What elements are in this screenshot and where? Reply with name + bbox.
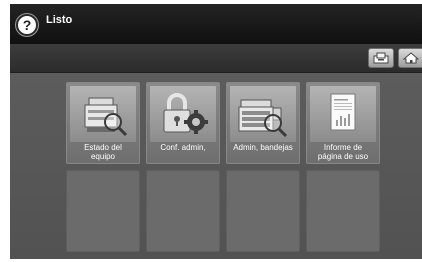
usage-report-tile[interactable]: Informe de página de uso xyxy=(306,82,380,164)
machine-status-tile[interactable]: Estado del equipo xyxy=(66,82,140,164)
tile-label: Informe de página de uso xyxy=(317,143,369,161)
tile-label: Estado del equipo xyxy=(84,143,122,161)
status-text: Listo xyxy=(46,14,73,26)
printer-magnifier-icon xyxy=(70,86,136,142)
tray-admin-tile[interactable]: Admin, bandejas xyxy=(226,82,300,164)
admin-settings-tile[interactable]: Conf. admin, xyxy=(146,82,220,164)
job-status-icon xyxy=(373,52,389,64)
status-bar: ? Listo xyxy=(10,4,422,44)
menu-grid: Estado del equipo Conf. admin, Admin, ba… xyxy=(10,73,422,259)
control-panel-screen: ? Listo Estado del equipo Conf. admin, A… xyxy=(10,4,422,259)
help-symbol: ? xyxy=(22,17,32,33)
job-status-button[interactable] xyxy=(368,48,394,68)
question-mark-icon[interactable]: ? xyxy=(16,14,38,36)
tile-label: Admin, bandejas xyxy=(233,143,293,152)
empty-tile xyxy=(146,170,220,252)
tile-label: Conf. admin, xyxy=(160,143,206,152)
empty-tile xyxy=(66,170,140,252)
empty-tile xyxy=(306,170,380,252)
printer-trays-magnifier-icon xyxy=(230,86,296,142)
toolbar xyxy=(10,44,422,73)
home-button[interactable] xyxy=(398,48,422,68)
padlock-gear-icon xyxy=(150,86,216,142)
empty-tile xyxy=(226,170,300,252)
home-icon xyxy=(403,52,419,64)
usage-report-icon xyxy=(310,86,376,142)
